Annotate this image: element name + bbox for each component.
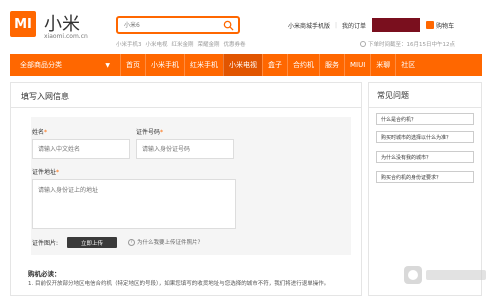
- nav-item-mi-tv[interactable]: 小米电视: [223, 54, 262, 76]
- id-photo-label: 证件图片:: [32, 240, 59, 247]
- mi-logo[interactable]: MI: [10, 11, 36, 37]
- divider: |: [335, 21, 338, 29]
- all-categories-menu[interactable]: 全部商品分类 ▼: [10, 54, 120, 76]
- search-box: [116, 16, 240, 34]
- why-upload-text: 为什么我要上传证件照片？: [137, 240, 204, 246]
- hot-word[interactable]: 小米手机3: [116, 40, 142, 48]
- name-field[interactable]: [32, 139, 130, 159]
- mobile-site-link[interactable]: 小米商城手机版: [288, 21, 330, 30]
- cart-label: 购物车: [436, 22, 455, 30]
- hot-word[interactable]: 红米金刚: [172, 40, 194, 48]
- notice-title: 购机必读：: [28, 270, 61, 278]
- top-links: 小米商城手机版 | 我的订单 购物车: [288, 18, 454, 32]
- hot-word[interactable]: 优惠券卷: [224, 40, 246, 48]
- brand-url: xiaomi.com.cn: [44, 33, 88, 40]
- nav-item-community[interactable]: 社区: [395, 54, 420, 76]
- divider: [369, 107, 481, 108]
- nav-item-box[interactable]: 盒子: [262, 54, 287, 76]
- clock-icon: [360, 41, 366, 47]
- delivery-note: 下单时间截至：16月15日中午12点: [360, 40, 455, 48]
- name-label: 姓名*: [32, 129, 48, 136]
- watermark-logo: [404, 266, 486, 284]
- site-header: MI 小米 xiaomi.com.cn 小米手机3 小米电视 红米金刚 荣耀金刚…: [0, 0, 500, 54]
- nav-item-home[interactable]: 首页: [120, 54, 145, 76]
- id-address-field[interactable]: [32, 179, 236, 229]
- upload-button[interactable]: 立即上传: [67, 237, 117, 248]
- nav-item-mi-phone[interactable]: 小米手机: [145, 54, 184, 76]
- divider: [11, 107, 361, 108]
- faq-item[interactable]: 什么是合约机？: [376, 113, 474, 125]
- faq-title: 常见问题: [377, 91, 409, 100]
- faq-item[interactable]: 购买合约机的身份证要求？: [376, 171, 474, 183]
- hot-words: 小米手机3 小米电视 红米金刚 荣耀金刚 优惠券卷: [116, 40, 246, 48]
- id-address-label: 证件地址*: [32, 169, 60, 176]
- page-title: 填写入网信息: [21, 92, 69, 101]
- search-icon[interactable]: [223, 20, 234, 31]
- id-number-label: 证件号码*: [136, 129, 164, 136]
- notice-text: 1. 目前仅开放部分地区电信合约机（特定地区的号段），如果您填写的收货地址与您选…: [28, 281, 330, 287]
- nav-item-michat[interactable]: 米聊: [370, 54, 395, 76]
- user-account-block[interactable]: [372, 18, 421, 32]
- faq-item[interactable]: 为什么没有我的城市？: [376, 151, 474, 163]
- hot-word[interactable]: 荣耀金刚: [198, 40, 220, 48]
- nav-item-contract-phone[interactable]: 合约机: [287, 54, 319, 76]
- cart-link[interactable]: 购物车: [426, 21, 454, 30]
- question-icon: ?: [128, 238, 135, 246]
- nav-item-service[interactable]: 服务: [319, 54, 344, 76]
- nav-item-miui[interactable]: MIUI: [344, 54, 370, 76]
- id-number-field[interactable]: [136, 139, 234, 159]
- main-nav: 全部商品分类 ▼ 首页 小米手机 红米手机 小米电视 盒子 合约机 服务 MIU…: [10, 54, 482, 76]
- nav-item-redmi-phone[interactable]: 红米手机: [184, 54, 223, 76]
- faq-item[interactable]: 购买时城市的选择以什么为准？: [376, 131, 474, 143]
- my-orders-link[interactable]: 我的订单: [342, 21, 366, 30]
- delivery-note-text: 下单时间截至：16月15日中午12点: [368, 42, 455, 48]
- cart-icon: [426, 21, 435, 29]
- search-input[interactable]: [118, 18, 218, 32]
- why-upload-link[interactable]: ? 为什么我要上传证件照片？: [128, 238, 203, 246]
- hot-word[interactable]: 小米电视: [146, 40, 168, 48]
- all-categories-label: 全部商品分类: [20, 61, 62, 69]
- chevron-down-icon: ▼: [105, 61, 110, 69]
